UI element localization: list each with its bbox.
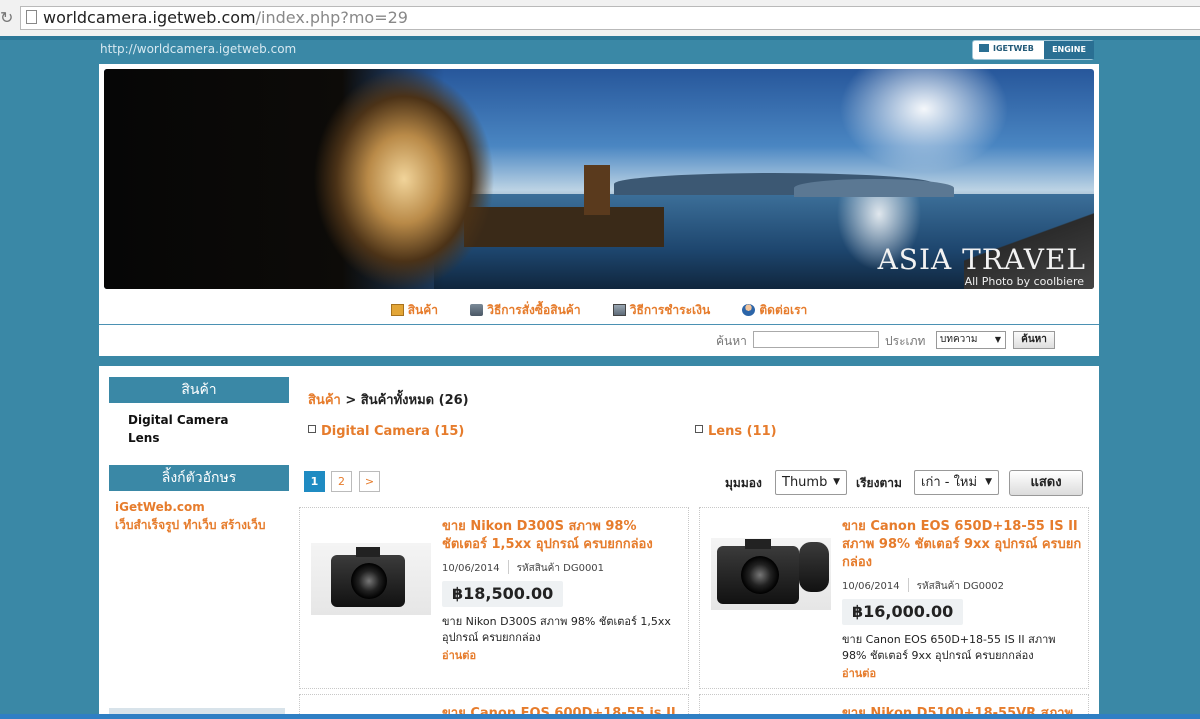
product-title[interactable]: ขาย Canon EOS 650D+18-55 IS II สภาพ 98% … — [842, 518, 1082, 572]
reload-icon[interactable]: ↻ — [0, 9, 13, 27]
main-nav: สินค้า วิธีการสั่งซื้อสินค้า วิธีการชำระ… — [99, 301, 1099, 321]
cart-icon — [470, 304, 484, 316]
show-button[interactable]: แสดง — [1009, 470, 1083, 496]
product-date: 10/06/2014 — [442, 563, 500, 574]
breadcrumb-root[interactable]: สินค้า — [308, 393, 341, 408]
product-code: รหัสสินค้า DG0002 — [916, 581, 1005, 592]
search-button[interactable]: ค้นหา — [1013, 331, 1055, 349]
meta-divider — [907, 578, 909, 592]
product-image[interactable] — [311, 543, 431, 615]
engine-badge-left: IGETWEB — [979, 44, 1034, 53]
search-bar: ค้นหา ประเภท บทความ ▼ ค้นหา — [99, 330, 1099, 350]
camera-body — [717, 539, 799, 604]
search-label: ค้นหา — [716, 334, 747, 348]
nav-payment-label: วิธีการชำระเงิน — [629, 303, 711, 317]
read-more-link[interactable]: อ่านต่อ — [442, 646, 476, 664]
box-icon — [390, 304, 404, 316]
igetweb-logo-icon — [979, 44, 989, 52]
bullet-square-icon — [695, 425, 703, 433]
nav-divider — [99, 324, 1099, 325]
camera-lens — [351, 563, 387, 599]
chevron-down-icon: ▼ — [833, 477, 840, 487]
product-image[interactable] — [711, 538, 831, 610]
payment-icon — [612, 304, 626, 316]
main-content-box: สินค้า Digital Camera Lens ลิ้งก์ตัวอักษ… — [99, 366, 1099, 719]
sidebar-item-digital-camera[interactable]: Digital Camera — [128, 413, 228, 427]
camera-prism — [356, 547, 380, 557]
sort-select[interactable]: เก่า - ใหม่ ▼ — [914, 470, 999, 495]
sort-select-value: เก่า - ใหม่ — [921, 475, 978, 490]
nav-contact-label: ติดต่อเรา — [759, 303, 808, 317]
view-select[interactable]: Thumb ▼ — [775, 470, 847, 495]
product-price: ฿18,500.00 — [442, 581, 564, 607]
engine-badge-left-text: IGETWEB — [993, 44, 1034, 53]
breadcrumb-current: สินค้าทั้งหมด (26) — [360, 393, 469, 408]
nav-contact[interactable]: ติดต่อเรา — [742, 301, 807, 320]
product-meta: 10/06/2014 รหัสสินค้า DG0001 — [442, 560, 604, 576]
nav-how-to-order[interactable]: วิธีการสั่งซื้อสินค้า — [470, 301, 581, 320]
product-date: 10/06/2014 — [842, 581, 900, 592]
camera-prism — [745, 539, 771, 549]
page-1-button[interactable]: 1 — [304, 471, 325, 492]
browser-address-bar: ↻ worldcamera.igetweb.com/index.php?mo=2… — [0, 0, 1200, 37]
search-type-value: บทความ — [940, 334, 978, 345]
view-select-value: Thumb — [782, 475, 828, 490]
banner-mountain-far — [794, 179, 954, 197]
url-field[interactable]: worldcamera.igetweb.com/index.php?mo=29 — [20, 6, 1200, 30]
person-icon — [742, 304, 756, 316]
search-type-select[interactable]: บทความ ▼ — [936, 331, 1006, 349]
igetweb-engine-badge[interactable]: IGETWEB ENGINE — [972, 40, 1094, 60]
sort-label: เรียงตาม — [856, 476, 902, 490]
view-label: มุมมอง — [725, 476, 762, 490]
sidebar-link-website-builder[interactable]: เว็บสำเร็จรูป ทำเว็บ สร้างเว็บ — [115, 516, 265, 535]
banner-pagoda — [584, 165, 610, 215]
nav-products[interactable]: สินค้า — [390, 301, 439, 320]
category-lens-label: Lens (11) — [708, 424, 777, 439]
page-icon — [26, 10, 37, 24]
product-card: ขาย Nikon D300S สภาพ 98% ชัตเตอร์ 1,5xx … — [299, 507, 689, 689]
url-host: worldcamera.igetweb.com — [43, 8, 256, 27]
product-description: ขาย Canon EOS 650D+18-55 IS II สภาพ 98% … — [842, 633, 1056, 662]
nav-how-to-order-label: วิธีการสั่งซื้อสินค้า — [487, 303, 581, 317]
category-digital-camera[interactable]: Digital Camera (15) — [308, 424, 464, 439]
product-price: ฿16,000.00 — [842, 599, 964, 625]
sidebar-products-header: สินค้า — [109, 377, 289, 403]
product-title[interactable]: ขาย Nikon D300S สภาพ 98% ชัตเตอร์ 1,5xx … — [442, 518, 682, 554]
chevron-down-icon: ▼ — [994, 335, 1001, 344]
product-description: ขาย Nikon D300S สภาพ 98% ชัตเตอร์ 1,5xx … — [442, 615, 671, 644]
taskbar-edge — [0, 714, 1200, 719]
product-code: รหัสสินค้า DG0001 — [516, 563, 605, 574]
site-url-text: http://worldcamera.igetweb.com — [100, 42, 297, 56]
kit-lens — [799, 542, 829, 592]
next-page-button[interactable]: > — [359, 471, 380, 492]
page-2-button[interactable]: 2 — [331, 471, 352, 492]
category-lens[interactable]: Lens (11) — [695, 424, 777, 439]
banner-subtitle: All Photo by coolbiere — [964, 275, 1084, 288]
banner-image: ASIA TRAVEL All Photo by coolbiere — [104, 69, 1094, 289]
camera-lens — [741, 556, 779, 594]
sidebar-link-igetweb[interactable]: iGetWeb.com — [115, 500, 205, 514]
category-digital-camera-label: Digital Camera (15) — [321, 424, 465, 439]
breadcrumb: สินค้า > สินค้าทั้งหมด (26) — [308, 389, 469, 410]
search-type-label: ประเภท — [885, 334, 926, 348]
read-more-link[interactable]: อ่านต่อ — [842, 664, 876, 682]
product-card: ขาย Canon EOS 650D+18-55 IS II สภาพ 98% … — [699, 507, 1089, 689]
banner-lion-statue — [294, 69, 504, 289]
search-input[interactable] — [753, 331, 879, 348]
url-path: /index.php?mo=29 — [255, 8, 408, 27]
bullet-square-icon — [308, 425, 316, 433]
camera-body — [331, 547, 405, 607]
nav-payment[interactable]: วิธีการชำระเงิน — [612, 301, 711, 320]
nav-products-label: สินค้า — [407, 303, 439, 317]
product-meta: 10/06/2014 รหัสสินค้า DG0002 — [842, 578, 1004, 594]
site-header: ASIA TRAVEL All Photo by coolbiere สินค้… — [99, 64, 1099, 356]
url-text: worldcamera.igetweb.com/index.php?mo=29 — [43, 8, 408, 28]
sidebar-links-header: ลิ้งก์ตัวอักษร — [109, 465, 289, 491]
chevron-down-icon: ▼ — [985, 477, 992, 487]
engine-badge-right: ENGINE — [1044, 41, 1094, 59]
banner-title: ASIA TRAVEL — [877, 243, 1086, 276]
sidebar-item-lens[interactable]: Lens — [128, 431, 159, 445]
breadcrumb-separator: > — [340, 393, 361, 408]
meta-divider — [507, 560, 509, 574]
